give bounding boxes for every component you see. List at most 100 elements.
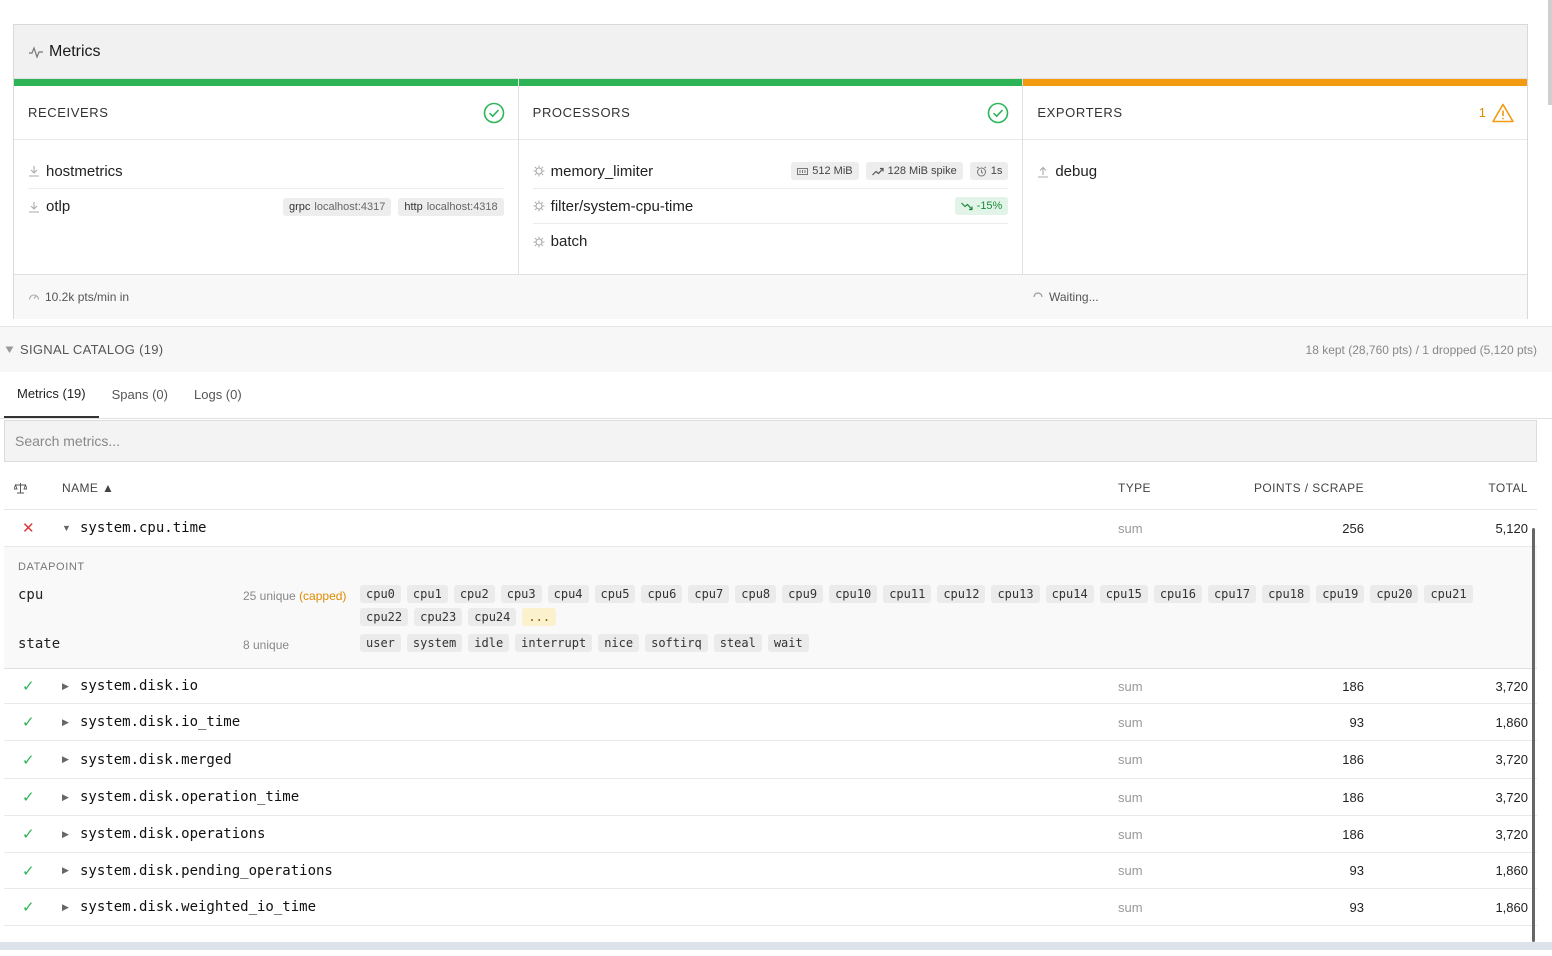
metric-total: 1,860 — [1495, 863, 1528, 878]
kept-check-icon[interactable]: ✓ — [22, 677, 35, 695]
exporters-label: EXPORTERS — [1037, 105, 1123, 120]
attribute-value-chip: cpu8 — [735, 585, 777, 603]
memory-limit-chip: 512 MiB — [791, 162, 859, 180]
processors-label: PROCESSORS — [532, 105, 631, 120]
attribute-value-chip: cpu23 — [414, 608, 463, 626]
pipeline-footer: 10.2k pts/min in Waiting... — [14, 274, 1527, 319]
expand-triangle-icon[interactable]: ▶ — [62, 829, 80, 840]
table-row[interactable]: ✓ ▶ system.disk.pending_operations sum 93 1,8… — [4, 853, 1537, 889]
expand-triangle-icon[interactable]: ▶ — [62, 902, 80, 913]
metric-type: sum — [1118, 899, 1143, 915]
attribute-value-chip: cpu21 — [1424, 585, 1473, 603]
kept-check-icon[interactable]: ✓ — [22, 788, 35, 806]
spike-limit-chip: 128 MiB spike — [865, 162, 963, 180]
table-row[interactable]: ✓ ▶ system.disk.weighted_io_time sum 93 1,860 — [4, 889, 1537, 926]
attribute-value-chip: cpu0 — [360, 585, 401, 603]
kept-check-icon[interactable]: ✓ — [22, 825, 35, 843]
attribute-value-chip: cpu18 — [1262, 585, 1311, 603]
attribute-value-chip: cpu14 — [1045, 585, 1094, 603]
tab-spans[interactable]: Spans (0) — [99, 371, 181, 418]
signal-catalog-header[interactable]: SIGNAL CATALOG (19) 18 kept (28,760 pts)… — [0, 326, 1552, 372]
expand-triangle-icon[interactable]: ▶ — [62, 865, 80, 876]
column-points[interactable]: POINTS / SCRAPE — [1220, 481, 1370, 495]
attribute-row: cpu 25 unique (capped) cpu0 cpu1 cpu2 cpu3 c… — [18, 585, 1537, 626]
pipeline-header: Metrics — [14, 25, 1527, 79]
exporter-name: debug — [1055, 163, 1098, 180]
tab-logs[interactable]: Logs (0) — [181, 371, 255, 418]
table-row[interactable]: ✓ ▶ system.disk.io sum 186 3,720 — [4, 669, 1537, 704]
exporter-debug[interactable]: debug — [1037, 154, 1513, 189]
metrics-pipeline-panel: Metrics RECEIVERS hostmetrics otlp grpc l… — [13, 24, 1528, 319]
expand-triangle-icon[interactable]: ▶ — [62, 754, 80, 765]
kept-check-icon[interactable]: ✓ — [22, 862, 35, 880]
dropped-x-icon[interactable]: ✕ — [22, 519, 35, 537]
metric-points: 256 — [1342, 520, 1364, 536]
metric-total: 1,860 — [1495, 899, 1528, 915]
table-scrollbar[interactable] — [1532, 528, 1535, 942]
processor-batch[interactable]: batch — [533, 224, 1009, 259]
collapse-triangle-icon[interactable]: ▼ — [62, 523, 80, 533]
table-row[interactable]: ✓ ▶ system.disk.operation_time sum 186 3,720 — [4, 779, 1537, 816]
processors-status-bar — [518, 79, 1023, 86]
page-scrollbar[interactable] — [1548, 0, 1552, 105]
metric-name: system.disk.merged — [80, 751, 232, 768]
metric-points: 186 — [1342, 752, 1364, 767]
column-total[interactable]: TOTAL — [1370, 481, 1537, 495]
kept-check-icon[interactable]: ✓ — [22, 713, 35, 731]
attribute-value-chip: cpu4 — [547, 585, 589, 603]
receiver-hostmetrics[interactable]: hostmetrics — [28, 154, 504, 189]
exporters-warning[interactable]: 1 — [1479, 103, 1514, 123]
reduction-chip: -15% — [954, 197, 1009, 215]
tab-metrics[interactable]: Metrics (19) — [4, 371, 99, 418]
metric-points: 186 — [1342, 678, 1364, 694]
metric-type: sum — [1118, 863, 1143, 878]
table-row[interactable]: ✓ ▶ system.disk.merged sum 186 3,720 — [4, 741, 1537, 779]
table-header: NAME ▲ TYPE POINTS / SCRAPE TOTAL — [4, 466, 1537, 510]
metric-name: system.disk.io_time — [80, 714, 241, 730]
processor-memory-limiter[interactable]: memory_limiter 512 MiB 128 MiB spike 1s — [532, 154, 1009, 189]
processor-name: filter/system-cpu-time — [550, 197, 694, 215]
processors-column: PROCESSORS memory_limiter 512 MiB 128 Mi… — [518, 79, 1024, 274]
attribute-value-chip: cpu17 — [1207, 585, 1257, 603]
collapse-triangle-icon[interactable] — [5, 345, 14, 354]
check-circle-icon — [483, 102, 504, 123]
metric-type: sum — [1118, 714, 1143, 730]
receivers-column: RECEIVERS hostmetrics otlp grpc localhost… — [14, 79, 519, 274]
column-name[interactable]: NAME ▲ — [62, 481, 1118, 495]
kept-check-icon[interactable]: ✓ — [22, 751, 35, 769]
receiver-otlp[interactable]: otlp grpc localhost:4317 http localhost:43… — [28, 189, 504, 224]
metric-total: 3,720 — [1495, 789, 1528, 805]
attribute-name: cpu — [18, 587, 44, 603]
search-metrics-input[interactable] — [4, 420, 1537, 462]
memory-icon — [797, 167, 809, 175]
table-row[interactable]: ✓ ▶ system.disk.io_time sum 93 1,860 — [4, 704, 1537, 741]
more-values-chip[interactable]: ... — [522, 608, 557, 626]
attribute-value-chip: cpu15 — [1099, 585, 1148, 603]
processor-name: batch — [550, 233, 588, 250]
receivers-status-bar — [14, 79, 518, 86]
warning-count: 1 — [1478, 105, 1487, 120]
gauge-icon — [28, 294, 40, 300]
metric-name: system.disk.pending_operations — [80, 862, 333, 879]
expand-triangle-icon[interactable]: ▶ — [62, 681, 80, 692]
receivers-label: RECEIVERS — [28, 105, 109, 120]
kept-check-icon[interactable]: ✓ — [22, 898, 35, 916]
attribute-value-chip: cpu11 — [883, 585, 932, 603]
warning-icon — [1492, 103, 1514, 122]
table-row[interactable]: ✕ ▼ system.cpu.time sum 256 5,120 — [4, 510, 1537, 547]
metric-points: 186 — [1342, 826, 1364, 842]
metric-type: sum — [1118, 826, 1143, 842]
expand-triangle-icon[interactable]: ▶ — [62, 792, 80, 803]
attribute-values: cpu0 cpu1 cpu2 cpu3 cpu4 cpu5 cpu6 cpu7 cpu8 cpu9… — [360, 585, 1537, 626]
upload-icon — [1037, 166, 1049, 178]
table-row[interactable]: ✓ ▶ system.disk.operations sum 186 3,720 — [4, 816, 1537, 853]
catalog-title: SIGNAL CATALOG (19) — [20, 342, 164, 357]
horizontal-scrollbar[interactable] — [0, 942, 1552, 950]
scale-icon[interactable] — [14, 482, 27, 494]
metric-type: sum — [1118, 520, 1143, 536]
expand-triangle-icon[interactable]: ▶ — [62, 717, 80, 728]
processor-filter[interactable]: filter/system-cpu-time -15% — [532, 189, 1009, 224]
column-type[interactable]: TYPE — [1118, 481, 1220, 495]
attribute-value-chip: nice — [598, 634, 640, 652]
attribute-value-chip: system — [406, 634, 463, 652]
